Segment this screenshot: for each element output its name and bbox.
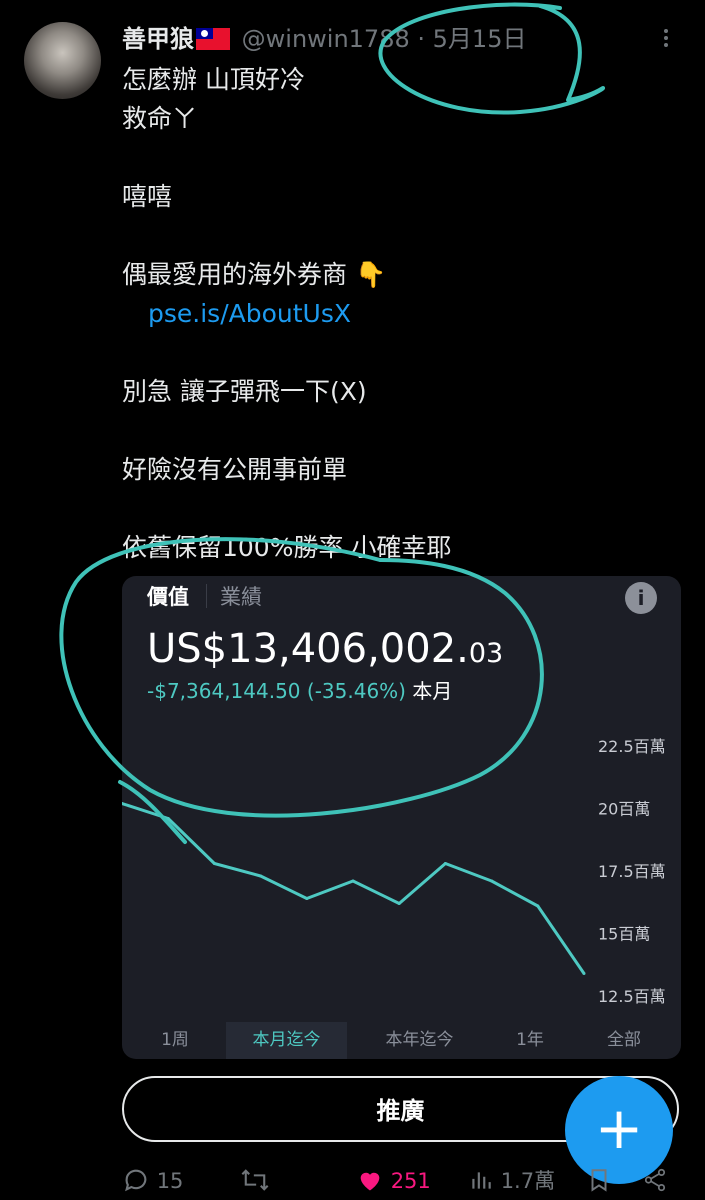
value-chart: 22.5百萬 20百萬 17.5百萬 15百萬 12.5百萬: [122, 737, 666, 1006]
data-point: [490, 879, 494, 883]
retweet-action[interactable]: [240, 1166, 270, 1196]
data-point: [397, 902, 401, 905]
tweet-line: [122, 489, 451, 528]
tweet-line: 偶最愛用的海外券商 👇: [122, 260, 387, 289]
tweet-link-line: pse.is/AboutUsX: [122, 294, 451, 333]
portfolio-value-main: US$13,406,002.: [147, 626, 469, 672]
tab-divider: [206, 584, 207, 608]
tweet-actions: 15 251 1.7萬: [0, 1160, 705, 1200]
data-point: [212, 862, 216, 865]
data-point: [582, 972, 586, 975]
y-tick-label: 17.5百萬: [598, 862, 666, 881]
tweet-header: 善甲狼 @winwin1788 · 5月15日: [122, 22, 526, 56]
info-icon[interactable]: i: [625, 582, 657, 614]
range-1w[interactable]: 1周: [142, 1022, 208, 1059]
reply-icon: [125, 1169, 147, 1192]
view-count: 1.7萬: [500, 1169, 556, 1193]
range-tabs: 1周 本月迄今 本年迄今 1年 全部: [122, 1022, 681, 1059]
tweet-line: 別急 讓子彈飛一下(X): [122, 377, 367, 406]
retweet-icon: [241, 1169, 269, 1191]
tweet-link[interactable]: pse.is/AboutUsX: [122, 299, 351, 328]
tweet-line: 好險沒有公開事前單: [122, 455, 348, 484]
analytics-icon: [472, 1172, 491, 1189]
share-icon: [644, 1168, 666, 1192]
more-options-icon[interactable]: [656, 26, 676, 54]
y-tick-label: 15百萬: [598, 925, 650, 944]
range-ytd[interactable]: 本年迄今: [367, 1022, 472, 1059]
data-point: [536, 904, 540, 908]
tweet-line: [122, 138, 451, 177]
tweet-line: [122, 216, 451, 255]
data-point: [259, 874, 263, 878]
tweet-line: [122, 411, 451, 450]
y-tick-label: 12.5百萬: [598, 987, 666, 1006]
tab-performance[interactable]: 業績: [220, 582, 262, 612]
data-point: [351, 879, 355, 883]
views-action[interactable]: 1.7萬: [468, 1166, 555, 1196]
taiwan-flag-icon: [196, 28, 230, 50]
bookmark-action[interactable]: [586, 1166, 612, 1196]
tab-value[interactable]: 價值: [147, 582, 189, 612]
reply-action[interactable]: 15: [122, 1166, 183, 1196]
range-mtd[interactable]: 本月迄今: [226, 1022, 347, 1059]
portfolio-value: US$13,406,002.03: [147, 624, 503, 679]
avatar[interactable]: [24, 22, 101, 99]
data-point: [443, 862, 447, 865]
share-action[interactable]: [642, 1166, 668, 1196]
range-1y[interactable]: 1年: [500, 1022, 560, 1059]
tweet-line: 嘻嘻: [122, 182, 173, 211]
data-point: [305, 897, 309, 900]
tweet-line: 救命ㄚ: [122, 104, 198, 133]
author-name[interactable]: 善甲狼: [122, 25, 194, 53]
author-handle[interactable]: @winwin1788: [242, 25, 410, 53]
tweet-line: 怎麼辦 山頂好冷: [122, 65, 305, 94]
tweet-line: 依舊保留100%勝率 小確幸耶: [122, 533, 452, 562]
bookmark-icon: [591, 1169, 607, 1192]
range-all[interactable]: 全部: [588, 1022, 660, 1059]
tweet-date[interactable]: 5月15日: [433, 25, 527, 53]
separator-dot: ·: [417, 25, 426, 53]
y-tick-label: 22.5百萬: [598, 737, 666, 756]
data-point: [166, 817, 170, 820]
tweet-body: 怎麼辦 山頂好冷 救命ㄚ 嘻嘻 偶最愛用的海外券商 👇 pse.is/About…: [122, 60, 451, 567]
like-count: 251: [390, 1169, 431, 1193]
portfolio-value-cents: 03: [468, 638, 504, 669]
series-line: [122, 802, 586, 975]
reply-count: 15: [156, 1169, 184, 1193]
like-action[interactable]: 251: [356, 1166, 431, 1196]
tweet-line: [122, 333, 451, 372]
heart-icon: [360, 1172, 380, 1191]
portfolio-card[interactable]: 價值 業績 i US$13,406,002.03 -$7,364,144.50 …: [122, 576, 681, 1059]
y-tick-label: 20百萬: [598, 800, 650, 819]
